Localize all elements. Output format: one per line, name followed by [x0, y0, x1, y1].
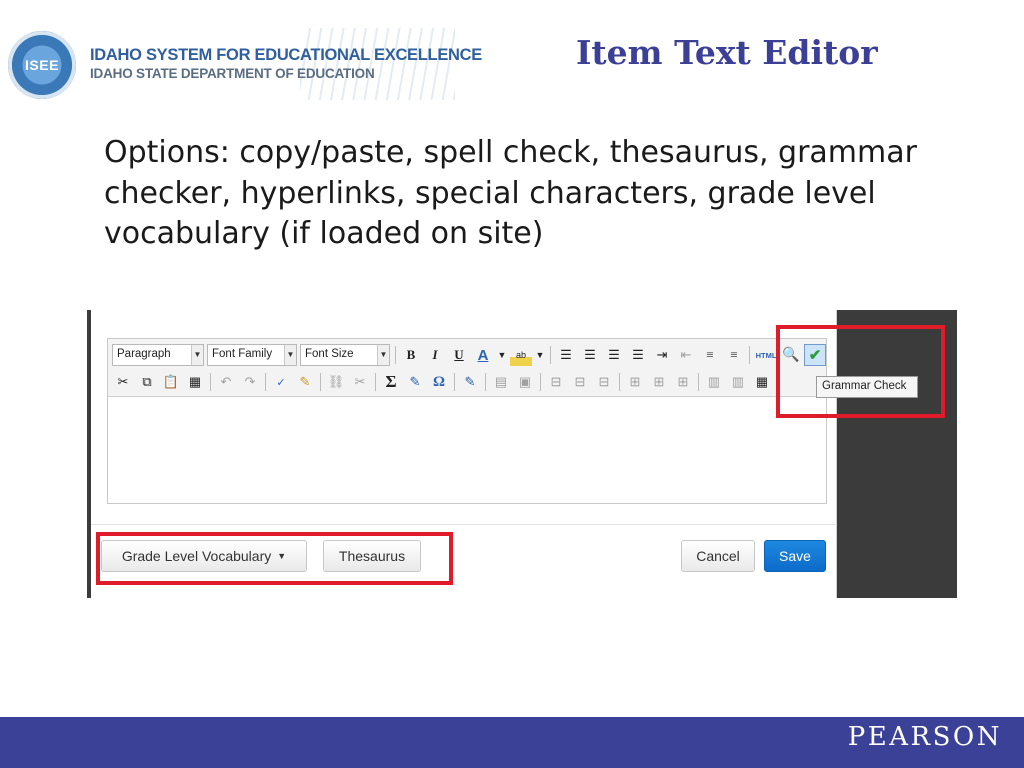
grammar-check-highlight-box — [776, 325, 945, 418]
special-characters-icon[interactable]: Ω — [428, 371, 450, 393]
editor-content-area[interactable] — [108, 398, 826, 503]
col-after-icon[interactable]: ⊞ — [648, 371, 670, 393]
logo-subtitle: IDAHO STATE DEPARTMENT OF EDUCATION — [90, 66, 375, 81]
toolbar-separator — [375, 373, 376, 391]
unlink-icon[interactable]: ✂ — [349, 371, 371, 393]
image-edit-icon[interactable]: ✎ — [404, 371, 426, 393]
toolbar-separator — [210, 373, 211, 391]
delete-col-icon[interactable]: ⊞ — [672, 371, 694, 393]
font-size-select[interactable]: Font Size ▼ — [300, 344, 390, 366]
indent-icon[interactable]: ⇥ — [651, 344, 673, 366]
highlight-dropdown-icon[interactable]: ▼ — [534, 344, 546, 366]
highlight-color-icon[interactable]: ab — [510, 344, 532, 366]
font-size-select-label: Font Size — [305, 348, 354, 360]
align-justify-icon[interactable]: ☰ — [627, 344, 649, 366]
table-props-icon[interactable]: ▣ — [514, 371, 536, 393]
editor-toolbar: Paragraph ▼ Font Family ▼ Font Size ▼ B I U… — [108, 339, 826, 397]
save-button[interactable]: Save — [764, 540, 826, 572]
font-family-select-label: Font Family — [212, 348, 273, 360]
align-left-icon[interactable]: ☰ — [555, 344, 577, 366]
paragraph-select[interactable]: Paragraph ▼ — [112, 344, 204, 366]
rich-text-editor: Paragraph ▼ Font Family ▼ Font Size ▼ B I U… — [107, 338, 827, 504]
toolbar-row-2: ✂ ⧉ 📋 ▦ ↶ ↷ ✓ ✎ ⛓ ✂ Σ ✎ Ω ✎ ▤ ▣ ⊟ ⊟ ⊟ ⊞ … — [112, 370, 775, 394]
text-color-icon[interactable]: A — [472, 344, 494, 366]
toolbar-separator — [619, 373, 620, 391]
edit-document-icon[interactable]: ✎ — [459, 371, 481, 393]
merge-cells-icon[interactable]: ▥ — [727, 371, 749, 393]
link-icon[interactable]: ⛓ — [325, 371, 347, 393]
toolbar-separator — [540, 373, 541, 391]
outdent-icon[interactable]: ⇤ — [675, 344, 697, 366]
undo-icon[interactable]: ↶ — [215, 371, 237, 393]
row-before-icon[interactable]: ⊟ — [545, 371, 567, 393]
align-center-icon[interactable]: ☰ — [579, 344, 601, 366]
pearson-logo: PEARSON — [847, 722, 1002, 752]
html-source-button[interactable]: HTML — [754, 344, 778, 366]
bold-button[interactable]: B — [400, 344, 422, 366]
row-after-icon[interactable]: ⊟ — [569, 371, 591, 393]
equation-icon[interactable]: Σ — [380, 371, 402, 393]
redo-icon[interactable]: ↷ — [239, 371, 261, 393]
delete-row-icon[interactable]: ⊟ — [593, 371, 615, 393]
toolbar-separator — [749, 346, 750, 364]
isee-logo-seal: ISEE — [8, 31, 76, 99]
copy-icon[interactable]: ⧉ — [136, 371, 158, 393]
toolbar-separator — [550, 346, 551, 364]
font-family-select[interactable]: Font Family ▼ — [207, 344, 297, 366]
vocabulary-thesaurus-highlight-box — [96, 532, 453, 585]
media-icon[interactable]: ▦ — [751, 371, 773, 393]
options-text: Options: copy/paste, spell check, thesau… — [104, 135, 917, 251]
dropdown-arrow-icon: ▼ — [284, 345, 296, 365]
toolbar-separator — [485, 373, 486, 391]
slide-title: Item Text Editor — [576, 33, 878, 72]
align-right-icon[interactable]: ☰ — [603, 344, 625, 366]
text-color-dropdown-icon[interactable]: ▼ — [496, 344, 508, 366]
footer-divider — [91, 524, 837, 525]
italic-button[interactable]: I — [424, 344, 446, 366]
clear-formatting-icon[interactable]: ✎ — [294, 371, 316, 393]
spellcheck-icon[interactable]: ✓ — [270, 371, 292, 393]
paste-icon[interactable]: 📋 — [160, 371, 182, 393]
logo-title: IDAHO SYSTEM FOR EDUCATIONAL EXCELLENCE — [90, 46, 482, 64]
toolbar-row-1: Paragraph ▼ Font Family ▼ Font Size ▼ B I U… — [112, 343, 828, 367]
dropdown-arrow-icon: ▼ — [191, 345, 203, 365]
col-before-icon[interactable]: ⊞ — [624, 371, 646, 393]
underline-button[interactable]: U — [448, 344, 470, 366]
toolbar-separator — [395, 346, 396, 364]
logo-seal-text: ISEE — [25, 57, 59, 73]
dropdown-arrow-icon: ▼ — [377, 345, 389, 365]
cut-icon[interactable]: ✂ — [112, 371, 134, 393]
numbered-list-icon[interactable]: ≡ — [699, 344, 721, 366]
toolbar-separator — [698, 373, 699, 391]
table-insert-icon[interactable]: ▤ — [490, 371, 512, 393]
paste-word-icon[interactable]: ▦ — [184, 371, 206, 393]
split-cells-icon[interactable]: ▥ — [703, 371, 725, 393]
toolbar-separator — [265, 373, 266, 391]
cancel-button[interactable]: Cancel — [681, 540, 755, 572]
paragraph-select-label: Paragraph — [117, 348, 171, 360]
editor-screenshot: Paragraph ▼ Font Family ▼ Font Size ▼ B I U… — [87, 310, 957, 598]
toolbar-separator — [454, 373, 455, 391]
toolbar-separator — [320, 373, 321, 391]
bullet-list-icon[interactable]: ≡ — [723, 344, 745, 366]
